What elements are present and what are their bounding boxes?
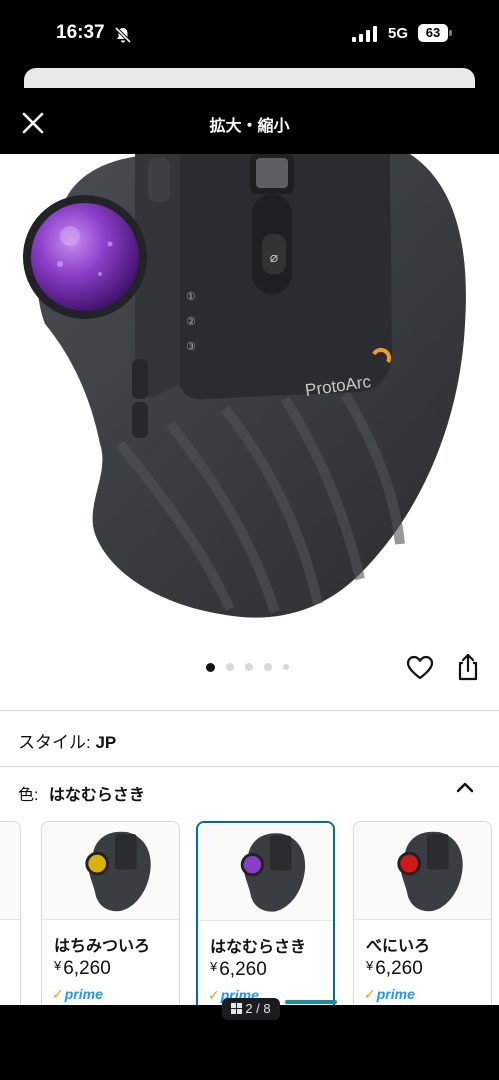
mode-label-2: ②: [186, 315, 196, 328]
carousel-dot[interactable]: [245, 663, 253, 671]
status-bar: 16:37 5G 63: [0, 0, 499, 60]
selection-indicator: [285, 1000, 337, 1004]
grid-icon: [231, 1003, 243, 1014]
style-selector[interactable]: スタイル: JP: [18, 728, 116, 753]
variant-price: ¥6,260: [210, 959, 267, 981]
variant-thumbnail: [42, 822, 179, 920]
modal-title: 拡大・縮小: [209, 118, 290, 135]
carousel-dot[interactable]: [264, 663, 272, 671]
color-selector[interactable]: 色: はなむらさき: [18, 781, 478, 805]
share-icon[interactable]: [454, 652, 482, 682]
bell-slash-icon: [114, 26, 132, 44]
prime-badge: prime: [52, 986, 103, 1003]
variant-name: はちみついろ: [54, 938, 151, 955]
currency-symbol: ¥: [210, 959, 218, 974]
variant-name: べにいろ: [366, 938, 431, 955]
status-time: 16:37: [56, 22, 105, 43]
currency-symbol: ¥: [54, 958, 62, 973]
carousel-dots[interactable]: [206, 662, 289, 672]
variant-price: ¥6,260: [54, 958, 111, 980]
battery-level: 63: [418, 24, 448, 42]
variant-price: ¥6,260: [366, 958, 423, 980]
mode-label-3: ③: [186, 340, 196, 353]
price-value: 6,260: [375, 958, 423, 979]
carousel-dot[interactable]: [283, 664, 289, 670]
variant-thumbnail: [0, 822, 20, 920]
style-value: JP: [95, 733, 117, 752]
modal-header: 拡大・縮小: [0, 90, 499, 154]
prime-badge: prime: [364, 986, 415, 1003]
price-value: 6,260: [63, 958, 111, 979]
divider: [0, 766, 499, 767]
product-image[interactable]: ⌀ ① ② ③ ProtoArc: [0, 154, 499, 654]
price-value: 6,260: [219, 959, 267, 980]
variant-thumbnail: [354, 822, 491, 920]
carousel-dot[interactable]: [226, 663, 234, 671]
signal-icon: [352, 26, 377, 42]
currency-symbol: ¥: [366, 958, 374, 973]
battery-nub: [449, 30, 452, 36]
heart-icon[interactable]: [406, 654, 434, 682]
svg-text:⌀: ⌀: [270, 250, 279, 266]
variant-name: はなむらさき: [210, 939, 307, 956]
divider: [0, 710, 499, 711]
carousel-dot[interactable]: [206, 662, 215, 672]
style-label: スタイル:: [18, 733, 91, 752]
mode-label-1: ①: [186, 290, 196, 303]
page-indicator[interactable]: 2 / 8: [222, 998, 280, 1020]
network-type: 5G: [388, 25, 409, 42]
color-value: はなむらさき: [48, 787, 145, 804]
battery-icon: 63: [418, 24, 452, 42]
page-count: 2 / 8: [245, 1001, 271, 1016]
background-sheet: [24, 68, 475, 88]
product-content: ⌀ ① ② ③ ProtoArc スタイル: JP 色: はなむらさき はちみつ…: [0, 154, 499, 1005]
color-label: 色:: [18, 787, 39, 804]
variant-card[interactable]: べにいろ ¥6,260 prime: [353, 821, 492, 1005]
chevron-up-icon[interactable]: [455, 780, 475, 794]
variant-card[interactable]: はちみついろ ¥6,260 prime: [41, 821, 180, 1005]
variant-thumbnail: [198, 823, 333, 921]
variant-card-partial[interactable]: [0, 821, 21, 1005]
variant-card-selected[interactable]: はなむらさき ¥6,260 prime: [196, 821, 335, 1005]
